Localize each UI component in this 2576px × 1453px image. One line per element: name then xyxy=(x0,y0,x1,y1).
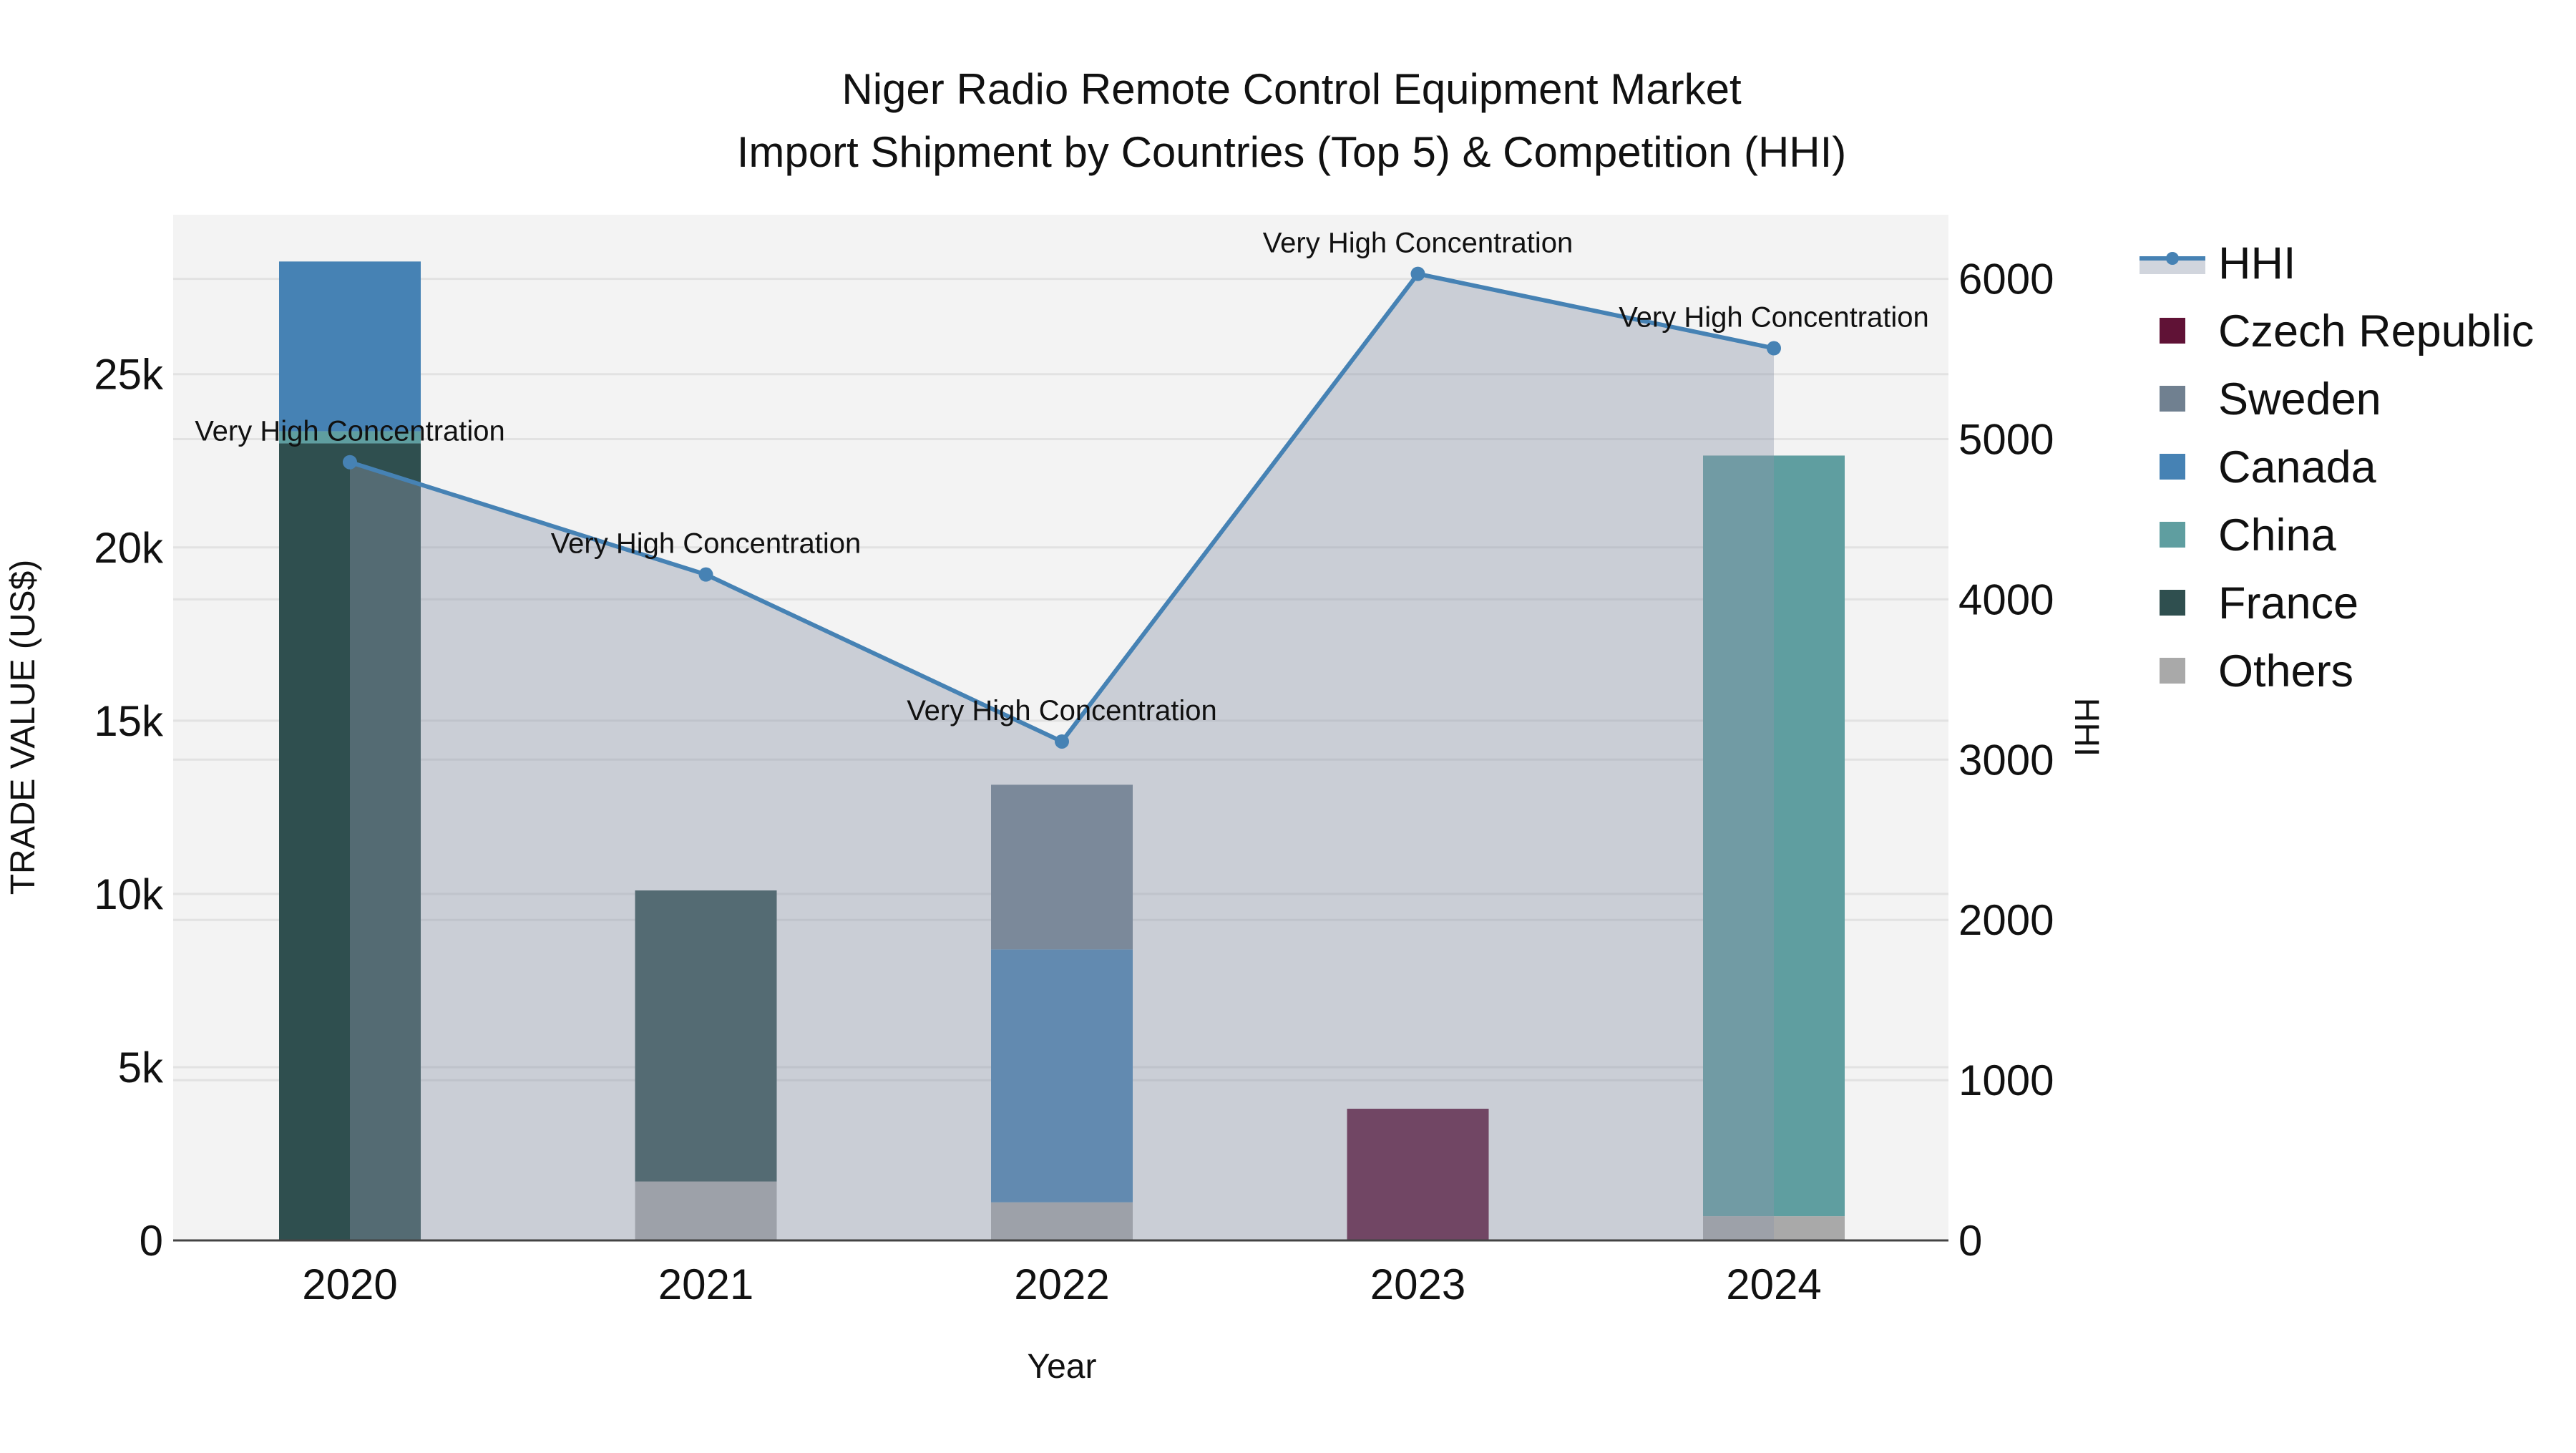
legend-swatch xyxy=(2160,454,2185,480)
legend-swatch xyxy=(2160,386,2185,412)
legend-item-czech-republic: Czech Republic xyxy=(2160,306,2534,356)
y-axis-title: TRADE VALUE (US$) xyxy=(4,560,42,895)
legend-label: France xyxy=(2218,578,2358,628)
y2-axis-title: HHI xyxy=(2067,698,2105,757)
hhi-point-2021 xyxy=(698,567,713,582)
x-axis-ticks: 2020 2021 2022 2023 2024 xyxy=(302,1260,1821,1308)
hhi-annotation: Very High Concentration xyxy=(907,695,1217,726)
y2-tick-label: 4000 xyxy=(1958,575,2054,623)
hhi-point-2020 xyxy=(343,455,357,470)
legend-swatch xyxy=(2160,590,2185,616)
x-tick-label: 2021 xyxy=(658,1260,753,1308)
legend-swatch xyxy=(2160,522,2185,548)
legend-label: Others xyxy=(2218,646,2353,696)
y-tick-label: 5k xyxy=(118,1044,164,1092)
legend-item-others: Others xyxy=(2160,646,2353,696)
legend-item-china: China xyxy=(2160,510,2337,560)
legend-label: Canada xyxy=(2218,442,2377,492)
legend-item-france: France xyxy=(2160,578,2358,628)
y2-tick-label: 0 xyxy=(1958,1217,1982,1265)
legend-swatch xyxy=(2160,318,2185,344)
legend-item-sweden: Sweden xyxy=(2160,374,2381,424)
y-tick-label: 20k xyxy=(94,524,164,572)
x-tick-label: 2022 xyxy=(1014,1260,1109,1308)
x-tick-label: 2020 xyxy=(302,1260,397,1308)
hhi-annotation: Very High Concentration xyxy=(195,416,505,447)
hhi-annotation: Very High Concentration xyxy=(551,528,862,560)
legend-swatch xyxy=(2160,658,2185,684)
hhi-point-2022 xyxy=(1055,734,1069,749)
y2-tick-label: 2000 xyxy=(1958,896,2054,944)
legend-item-canada: Canada xyxy=(2160,442,2377,492)
chart: 0 5k 10k 15k 20k 25k 0 1000 2000 3000 4000 5000 600… xyxy=(4,65,2534,1386)
y-tick-label: 25k xyxy=(94,351,164,399)
chart-title-line1: Niger Radio Remote Control Equipment Mar… xyxy=(841,65,1742,113)
x-tick-label: 2023 xyxy=(1370,1260,1465,1308)
legend-marker xyxy=(2166,252,2179,265)
y-axis-ticks: 0 5k 10k 15k 20k 25k xyxy=(94,351,164,1265)
legend-label: HHI xyxy=(2218,238,2296,288)
hhi-point-2024 xyxy=(1767,341,1781,356)
legend-label: Czech Republic xyxy=(2218,306,2534,356)
legend-item-hhi: HHI xyxy=(2140,238,2296,288)
bar-canada-2020 xyxy=(279,261,421,432)
hhi-point-2023 xyxy=(1410,266,1425,281)
legend-label: China xyxy=(2218,510,2337,560)
x-tick-label: 2024 xyxy=(1726,1260,1821,1308)
legend-label: Sweden xyxy=(2218,374,2381,424)
y2-tick-label: 5000 xyxy=(1958,415,2054,463)
y2-tick-label: 6000 xyxy=(1958,256,2054,303)
chart-title-line2: Import Shipment by Countries (Top 5) & C… xyxy=(737,128,1847,176)
hhi-annotation: Very High Concentration xyxy=(1619,302,1929,334)
y2-tick-label: 1000 xyxy=(1958,1056,2054,1104)
y-tick-label: 0 xyxy=(140,1217,163,1265)
y-tick-label: 10k xyxy=(94,870,164,918)
x-axis-title: Year xyxy=(1028,1348,1097,1386)
hhi-annotation: Very High Concentration xyxy=(1263,228,1574,259)
y2-axis-ticks: 0 1000 2000 3000 4000 5000 6000 xyxy=(1958,256,2054,1265)
legend: HHI Czech Republic Sweden Canada China France… xyxy=(2140,238,2534,696)
y-tick-label: 15k xyxy=(94,697,164,745)
y2-tick-label: 3000 xyxy=(1958,736,2054,784)
